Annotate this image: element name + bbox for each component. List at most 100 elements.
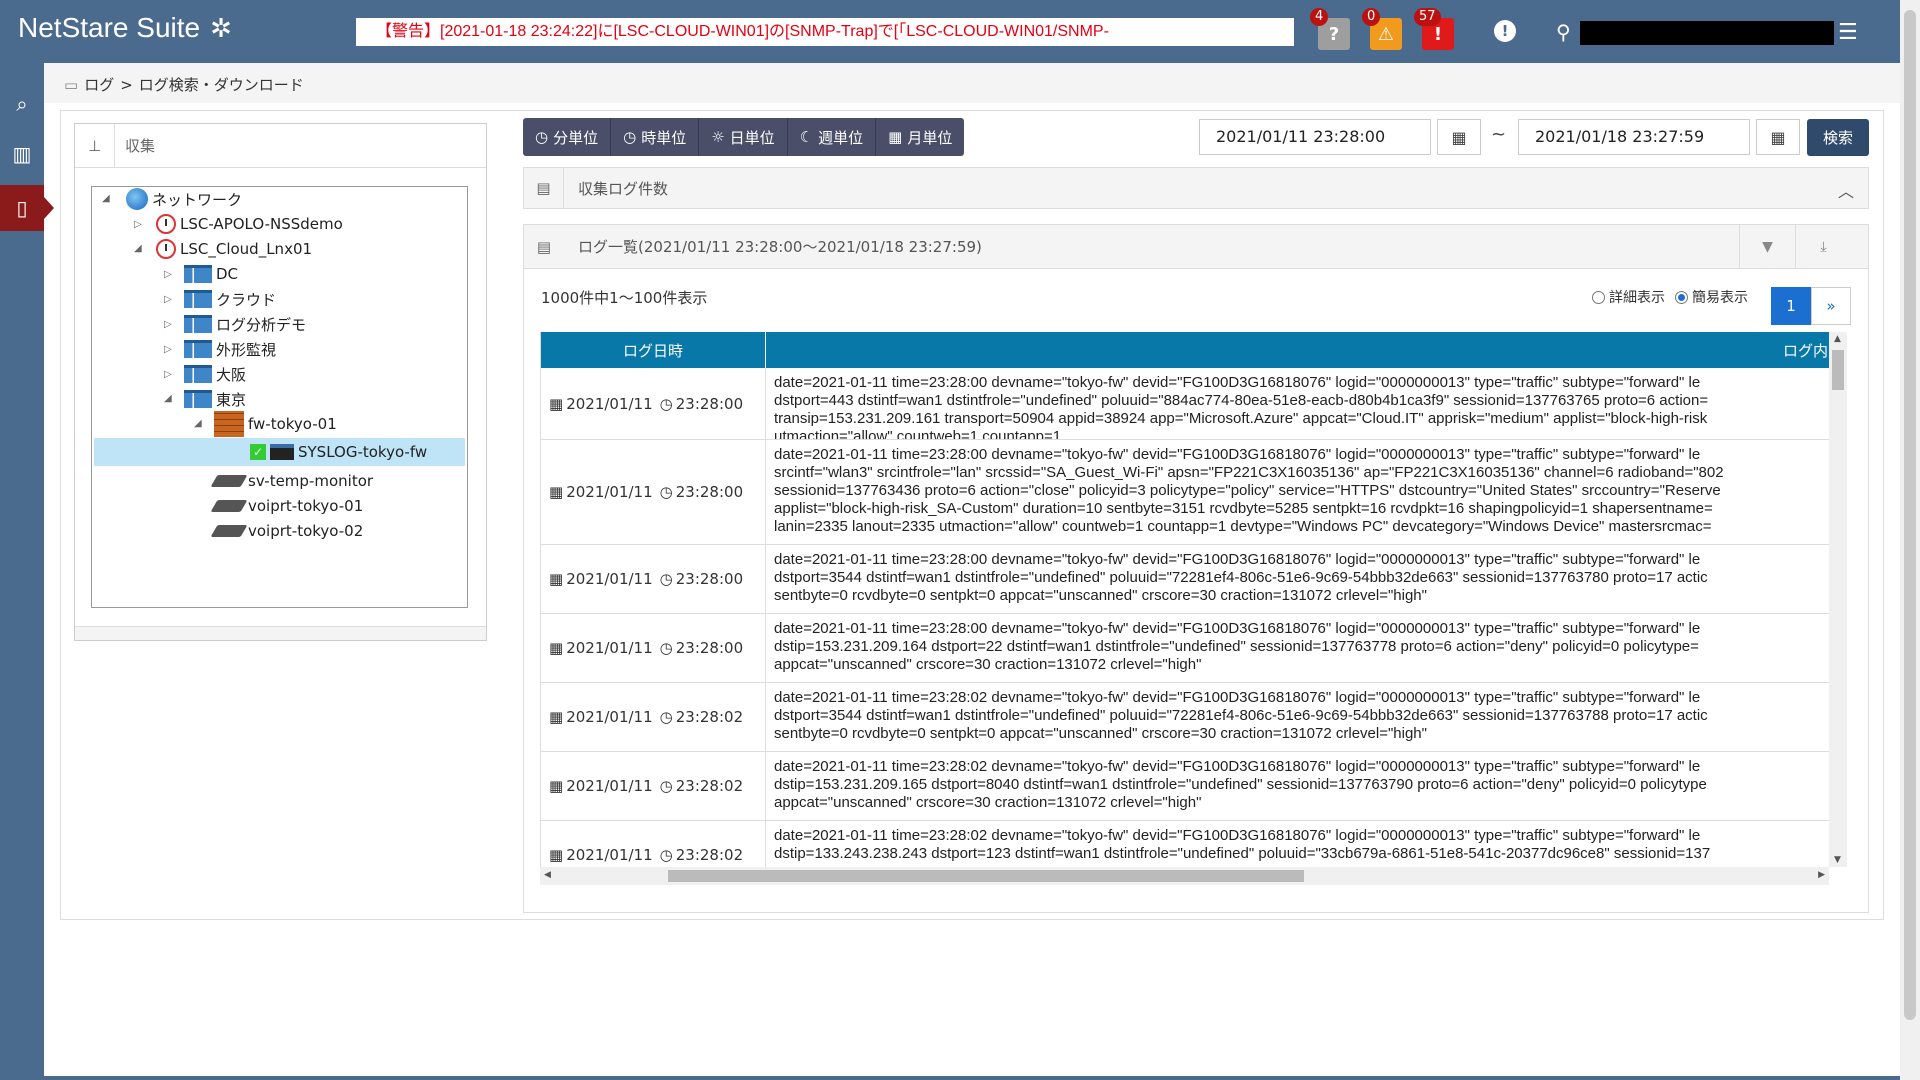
row-date: 2021/01/11 <box>566 777 653 795</box>
table-row[interactable]: ▦ 2021/01/11 ◷ 23:28:00 date=2021-01-11 tim… <box>541 545 1829 614</box>
app-brand[interactable]: NetStare Suite ✲ <box>18 12 232 44</box>
col-header-log-content[interactable]: ログ内 <box>766 332 1829 368</box>
table-horizontal-scrollbar[interactable]: ◀ ▶ <box>540 867 1829 885</box>
calendar-icon: ▦ <box>549 483 564 501</box>
tree-node-cloud[interactable]: クラウド <box>184 287 276 311</box>
log-count-section-header[interactable]: ▤ 収集ログ件数 ︿ <box>523 167 1869 209</box>
download-icon[interactable]: ⤓ <box>1795 225 1851 269</box>
expand-caret-icon[interactable]: ▷ <box>164 294 172 305</box>
scroll-thumb[interactable] <box>668 870 1304 882</box>
tree-node-voiprt-tokyo-02[interactable]: voiprt-tokyo-02 <box>210 519 364 543</box>
date-to-input[interactable]: 2021/01/18 23:27:59 <box>1518 119 1750 155</box>
log-book-icon[interactable]: ▯ <box>0 185 54 231</box>
scroll-down-icon[interactable]: ▼ <box>1834 855 1841 865</box>
scroll-thumb[interactable] <box>1904 10 1916 1020</box>
expand-caret-icon[interactable]: ▷ <box>134 219 142 230</box>
scroll-left-icon[interactable]: ◀ <box>544 870 551 880</box>
collapse-caret-icon[interactable]: ◢ <box>164 393 172 404</box>
clock-icon: ◷ <box>659 777 673 795</box>
tree-node-syslog-tokyo-fw[interactable]: ✓ SYSLOG-tokyo-fw <box>94 438 465 466</box>
unit-week-button[interactable]: ☾ 週単位 <box>787 118 877 156</box>
tree-node-network[interactable]: ネットワーク <box>126 187 242 211</box>
tree-node-osaka[interactable]: 大阪 <box>184 362 246 386</box>
col-header-log-time[interactable]: ログ日時 <box>541 332 766 368</box>
unit-hour-button[interactable]: ◷ 時単位 <box>611 118 700 156</box>
date-range-separator: ~ <box>1491 124 1507 145</box>
expand-caret-icon[interactable]: ▷ <box>164 269 172 280</box>
unit-label: 日単位 <box>729 128 775 147</box>
table-row[interactable]: ▦ 2021/01/11 ◷ 23:28:02 date=2021-01-11 tim… <box>541 683 1829 752</box>
calendar-icon: ▦ <box>1451 127 1467 147</box>
table-row[interactable]: ▦ 2021/01/11 ◷ 23:28:00 date=2021-01-11 tim… <box>541 368 1829 440</box>
breadcrumb: ▭ ログ > ログ検索・ダウンロード <box>64 74 304 95</box>
tree-node-tokyo[interactable]: 東京 <box>184 387 246 411</box>
user-name-redacted[interactable] <box>1580 21 1834 45</box>
tree-node-fw-tokyo-01[interactable]: fw-tokyo-01 <box>214 411 337 437</box>
server-icon <box>156 239 176 259</box>
sun-icon: ☼ <box>711 128 725 146</box>
tree-node-label: voiprt-tokyo-02 <box>248 522 364 540</box>
calendar-from-button[interactable]: ▦ <box>1437 119 1481 155</box>
search-icon[interactable]: ⌕ <box>0 81 44 127</box>
warning-status-button[interactable]: ⚠ 0 <box>1362 8 1402 50</box>
table-row[interactable]: ▦ 2021/01/11 ◷ 23:28:00 date=2021-01-11 tim… <box>541 440 1829 545</box>
tree-node-label: fw-tokyo-01 <box>248 415 337 433</box>
detail-view-label[interactable]: 詳細表示 <box>1609 287 1665 307</box>
tree-node-lsc-apolo[interactable]: LSC-APOLO-NSSdemo <box>156 212 343 236</box>
tree-node-log-analysis-demo[interactable]: ログ分析デモ <box>184 312 306 336</box>
collapse-caret-icon[interactable]: ◢ <box>134 243 142 254</box>
table-row[interactable]: ▦ 2021/01/11 ◷ 23:28:00 date=2021-01-11 tim… <box>541 614 1829 683</box>
user-icon[interactable]: ⚲ <box>1556 20 1571 44</box>
server-icon <box>156 214 176 234</box>
unit-month-button[interactable]: ▦ 月単位 <box>876 118 965 156</box>
expand-caret-icon[interactable]: ▷ <box>164 319 172 330</box>
list-icon: ▤ <box>536 237 552 256</box>
log-count-title: 収集ログ件数 <box>578 179 669 198</box>
collapse-caret-icon[interactable]: ◢ <box>194 418 202 429</box>
breadcrumb-root[interactable]: ログ <box>84 74 114 95</box>
calendar-to-button[interactable]: ▦ <box>1756 119 1800 155</box>
alert-ticker[interactable]: 【警告】[2021-01-18 23:24:22]に[LSC-CLOUD-WIN… <box>356 18 1294 46</box>
page-vertical-scrollbar[interactable] <box>1900 0 1920 1080</box>
detail-view-radio[interactable] <box>1592 290 1605 304</box>
group-icon <box>184 340 212 358</box>
unit-day-button[interactable]: ☼ 日単位 <box>699 118 788 156</box>
table-vertical-scrollbar[interactable]: ▲ ▼ <box>1829 332 1847 867</box>
search-button[interactable]: 検索 <box>1807 119 1869 156</box>
page-1-button[interactable]: 1 <box>1771 287 1811 325</box>
tree-node-lsc-cloud[interactable]: LSC_Cloud_Lnx01 <box>156 237 312 261</box>
question-icon: ? <box>1328 23 1340 45</box>
scroll-right-icon[interactable]: ▶ <box>1818 870 1825 880</box>
view-mode-options: 詳細表示 簡易表示 <box>1592 287 1748 307</box>
group-icon <box>184 390 212 408</box>
expand-caret-icon[interactable]: ▷ <box>164 369 172 380</box>
menu-icon[interactable]: ☰ <box>1838 20 1858 45</box>
tree-node-external-monitor[interactable]: 外形監視 <box>184 337 276 361</box>
tree-node-dc[interactable]: DC <box>184 262 238 286</box>
row-time: 23:28:02 <box>675 777 744 795</box>
tree-node-voiprt-tokyo-01[interactable]: voiprt-tokyo-01 <box>210 494 363 518</box>
calendar-icon: ▦ <box>549 708 564 726</box>
filter-icon[interactable]: ▼ <box>1739 225 1795 269</box>
row-count-summary: 1000件中1～100件表示 <box>541 289 708 307</box>
scroll-up-icon[interactable]: ▲ <box>1834 334 1841 344</box>
calendar-icon: ▦ <box>1770 127 1786 147</box>
unit-label: 時単位 <box>641 128 687 147</box>
scroll-thumb[interactable] <box>1832 350 1844 390</box>
unit-minute-button[interactable]: ◷ 分単位 <box>523 118 612 156</box>
tree-node-sv-temp-monitor[interactable]: sv-temp-monitor <box>210 469 373 493</box>
date-from-input[interactable]: 2021/01/11 23:28:00 <box>1199 119 1431 155</box>
collapse-caret-icon[interactable]: ◢ <box>102 193 110 204</box>
unknown-status-button[interactable]: ? 4 <box>1310 8 1350 50</box>
row-content-cell: date=2021-01-11 time=23:28:00 devname="t… <box>774 620 1701 673</box>
table-row[interactable]: ▦ 2021/01/11 ◷ 23:28:02 date=2021-01-11 tim… <box>541 821 1829 867</box>
simple-view-radio[interactable] <box>1675 290 1688 304</box>
notice-icon[interactable]: ! <box>1494 20 1516 42</box>
expand-caret-icon[interactable]: ▷ <box>164 344 172 355</box>
table-row[interactable]: ▦ 2021/01/11 ◷ 23:28:02 date=2021-01-11 tim… <box>541 752 1829 821</box>
next-page-button[interactable]: » <box>1811 287 1851 325</box>
chart-icon[interactable]: ▥ <box>0 131 44 177</box>
chevron-up-icon[interactable]: ︿ <box>1838 178 1854 202</box>
simple-view-label[interactable]: 簡易表示 <box>1692 287 1748 307</box>
error-status-button[interactable]: ! 57 <box>1414 8 1454 50</box>
